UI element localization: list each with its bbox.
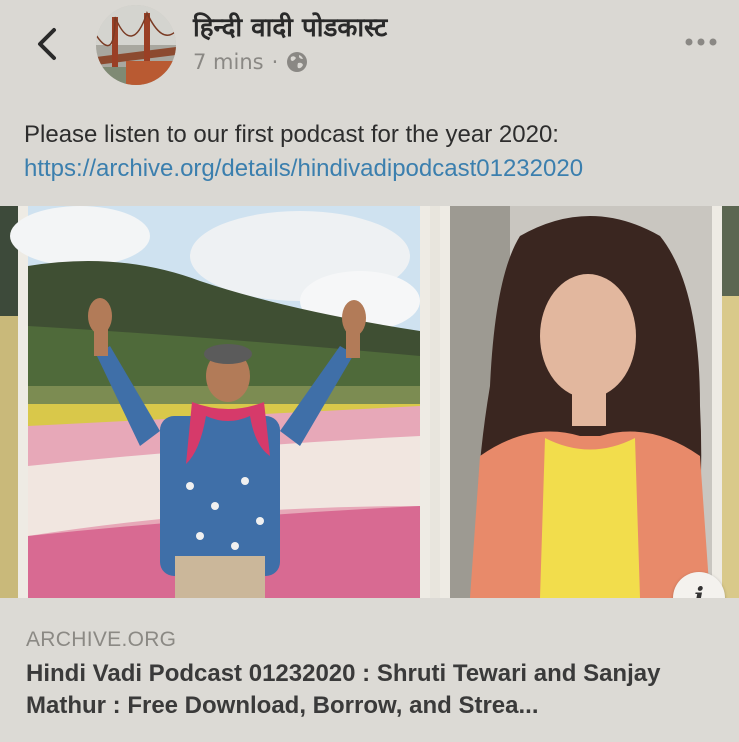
page-name[interactable]: हिन्दी वादी पोडकास्ट bbox=[193, 8, 387, 44]
golden-gate-bridge-image bbox=[96, 5, 176, 85]
link-preview[interactable]: ARCHIVE.ORG Hindi Vadi Podcast 01232020 … bbox=[0, 598, 739, 742]
globe-icon bbox=[287, 52, 308, 72]
link-domain: ARCHIVE.ORG bbox=[26, 628, 177, 651]
chevron-left-icon bbox=[38, 28, 56, 60]
link-title[interactable]: Hindi Vadi Podcast 01232020 : Shruti Tew… bbox=[26, 658, 726, 722]
post-time[interactable]: 7 mins bbox=[193, 50, 264, 74]
podcast-guests-image bbox=[0, 206, 739, 598]
more-options-button[interactable] bbox=[681, 30, 721, 54]
more-dots-icon bbox=[685, 38, 717, 46]
page-avatar[interactable] bbox=[96, 5, 176, 85]
back-button[interactable] bbox=[30, 22, 66, 66]
meta-separator: · bbox=[271, 50, 279, 74]
post-text: Please listen to our first podcast for t… bbox=[24, 121, 559, 148]
post-meta: 7 mins · bbox=[193, 50, 308, 74]
post-link[interactable]: https://archive.org/details/hindivadipod… bbox=[24, 152, 724, 186]
post-body: Please listen to our first podcast for t… bbox=[24, 118, 724, 186]
preview-image[interactable] bbox=[0, 206, 739, 598]
post-header: हिन्दी वादी पोडकास्ट 7 mins · bbox=[0, 0, 739, 100]
